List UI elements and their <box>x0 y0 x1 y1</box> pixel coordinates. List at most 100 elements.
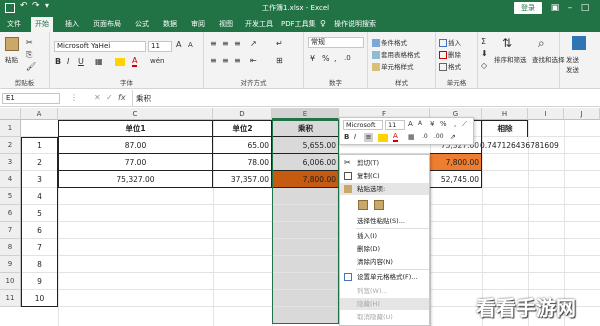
column-header-c[interactable]: C <box>58 108 213 120</box>
mini-size-select[interactable]: 11 <box>385 120 405 130</box>
minimize-icon[interactable]: – <box>563 0 577 17</box>
border-icon[interactable]: ▦ <box>95 57 103 66</box>
row-header-1[interactable]: 1 <box>0 120 21 137</box>
format-cells-button[interactable]: 格式 <box>439 61 461 71</box>
insert-function-icon[interactable]: fx <box>118 93 126 102</box>
indent-icon[interactable]: ⇤ <box>250 56 257 65</box>
paste-options-icon[interactable] <box>358 200 368 210</box>
mini-italic-icon[interactable]: I <box>354 133 356 141</box>
maximize-icon[interactable]: □ <box>578 0 592 17</box>
menu-item-clear-contents[interactable]: 清除内容(N) <box>340 256 429 268</box>
mini-align-icon[interactable]: ≡ <box>364 133 373 142</box>
clear-icon[interactable]: ◇ <box>481 61 487 70</box>
menu-item-format-cells[interactable]: 设置单元格格式(F)... <box>340 271 429 283</box>
underline-icon[interactable]: U <box>78 57 84 66</box>
cell-a6[interactable]: 5 <box>21 205 58 222</box>
increase-font-icon[interactable]: A <box>176 40 181 49</box>
format-as-table-button[interactable]: 套用表格格式 <box>372 49 420 59</box>
header-unit1[interactable]: 单位1 <box>58 120 213 137</box>
cell-a11[interactable]: 10 <box>21 290 58 307</box>
cell-a10[interactable]: 9 <box>21 273 58 290</box>
column-header-h[interactable]: H <box>482 108 528 120</box>
tab-developer[interactable]: 开发工具 <box>241 17 277 32</box>
menu-item-paste-special[interactable]: 选择性粘贴(S)... <box>340 215 429 227</box>
insert-cells-button[interactable]: 插入 <box>439 37 461 47</box>
row-header-5[interactable]: 5 <box>0 188 21 205</box>
cell-a2[interactable]: 1 <box>21 137 58 154</box>
increase-decimal-icon[interactable]: .0 <box>344 54 351 62</box>
row-header-10[interactable]: 10 <box>0 273 21 290</box>
menu-item-cut[interactable]: ✂ 剪切(T) <box>340 157 429 169</box>
format-painter-icon[interactable]: 🖌 <box>26 62 36 71</box>
conditional-format-button[interactable]: 条件格式 <box>372 37 407 47</box>
header-product[interactable]: 乘积 <box>272 120 339 137</box>
currency-icon[interactable]: ¥ <box>310 54 315 63</box>
decrease-font-icon[interactable]: A <box>188 41 193 49</box>
cell-d4[interactable]: 37,357.00 <box>213 171 272 188</box>
mini-font-select[interactable]: Microsoft <box>343 120 383 130</box>
cell-a7[interactable]: 6 <box>21 222 58 239</box>
cell-h2[interactable]: 0.747126436781609 <box>480 137 600 154</box>
row-header-9[interactable]: 9 <box>0 256 21 273</box>
undo-icon[interactable]: ↶ <box>20 1 28 11</box>
mini-currency-icon[interactable]: ¥ <box>430 120 434 128</box>
column-header-j[interactable]: J <box>564 108 600 120</box>
column-header-d[interactable]: D <box>213 108 272 120</box>
mini-shrink-font-icon[interactable]: A <box>418 120 422 127</box>
cell-c3[interactable]: 77.00 <box>58 154 213 171</box>
cell-c2[interactable]: 87.00 <box>58 137 213 154</box>
row-header-4[interactable]: 4 <box>0 171 21 188</box>
row-header-7[interactable]: 7 <box>0 222 21 239</box>
sort-filter-button[interactable]: 排序和筛选 <box>494 54 527 64</box>
tab-data[interactable]: 数据 <box>159 17 181 32</box>
cut-icon[interactable]: ✂ <box>26 38 33 47</box>
tab-insert[interactable]: 插入 <box>61 17 83 32</box>
paste-icon[interactable] <box>5 37 19 51</box>
save-icon[interactable] <box>5 3 15 13</box>
font-color-icon[interactable]: A <box>132 56 138 67</box>
column-header-i[interactable]: I <box>528 108 564 120</box>
tab-home[interactable]: 开始 <box>31 17 53 32</box>
quick-access-dropdown-icon[interactable]: ▾ <box>45 1 49 10</box>
comma-icon[interactable]: , <box>334 54 337 63</box>
fill-color-icon[interactable] <box>115 58 125 66</box>
enter-icon[interactable]: ✓ <box>106 93 113 102</box>
cell-a8[interactable]: 7 <box>21 239 58 256</box>
row-header-2[interactable]: 2 <box>0 137 21 154</box>
cell-a9[interactable]: 8 <box>21 256 58 273</box>
menu-item-delete[interactable]: 删除(D) <box>340 243 429 255</box>
cell-g4[interactable]: 52,745.00 <box>430 171 482 188</box>
percent-icon[interactable]: % <box>322 54 330 63</box>
menu-item-column-width[interactable]: 列宽(W)... <box>340 285 429 297</box>
cell-styles-button[interactable]: 单元格样式 <box>372 61 414 71</box>
cell-c4[interactable]: 75,327.00 <box>58 171 213 188</box>
number-format-select[interactable]: 常规 <box>308 37 364 48</box>
align-bottom-icon[interactable]: ≡ <box>234 39 241 48</box>
header-unit2[interactable]: 单位2 <box>213 120 272 137</box>
tab-formulas[interactable]: 公式 <box>131 17 153 32</box>
mini-percent-icon[interactable]: % <box>440 120 447 128</box>
find-select-icon[interactable]: ⌕ <box>538 36 552 50</box>
orientation-icon[interactable]: ↗ <box>250 39 257 48</box>
sort-filter-icon[interactable]: ⇅ <box>502 36 516 50</box>
menu-item-hide[interactable]: 隐藏(H) <box>340 298 429 310</box>
cell-e3[interactable]: 6,006.00 <box>272 154 339 171</box>
tab-view[interactable]: 视图 <box>215 17 237 32</box>
mini-fill-color-icon[interactable] <box>378 134 388 142</box>
phonetic-icon[interactable]: wén <box>150 57 164 65</box>
mini-increase-decimal-icon[interactable]: .0 <box>422 133 428 140</box>
delete-cells-button[interactable]: 删除 <box>439 49 461 59</box>
cancel-icon[interactable]: ✕ <box>94 93 101 102</box>
formula-input[interactable]: 乘积 <box>136 93 151 104</box>
cell-a5[interactable]: 4 <box>21 188 58 205</box>
cell-a4[interactable]: 3 <box>21 171 58 188</box>
login-button[interactable]: 登录 <box>514 2 542 14</box>
redo-icon[interactable]: ↷ <box>32 1 40 11</box>
cell-d3[interactable]: 78.00 <box>213 154 272 171</box>
fill-icon[interactable]: ⬇ <box>481 49 488 58</box>
menu-item-unhide[interactable]: 取消隐藏(U) <box>340 311 429 323</box>
font-name-select[interactable]: Microsoft YaHei <box>54 41 146 52</box>
mini-comma-icon[interactable]: , <box>454 120 456 128</box>
cell-e2[interactable]: 5,655.00 <box>272 137 339 154</box>
mini-bold-icon[interactable]: B <box>344 133 349 141</box>
